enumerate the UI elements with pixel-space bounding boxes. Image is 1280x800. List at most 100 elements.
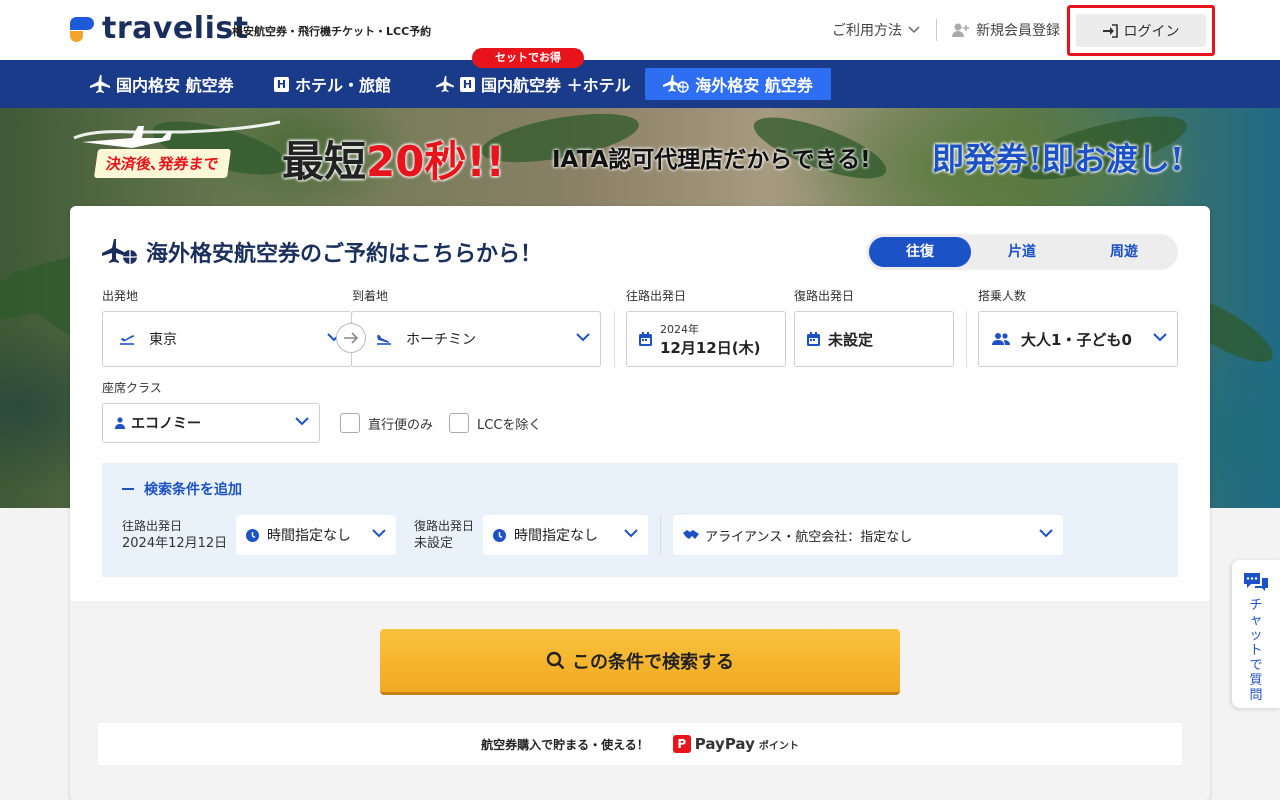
trip-multicity[interactable]: 周遊 <box>1073 237 1175 267</box>
return-date-label: 復路出発日 <box>794 289 855 303</box>
handshake-icon <box>683 530 699 539</box>
nav-international-flights[interactable]: 海外格安 航空券 <box>645 68 831 100</box>
adv-outbound-info: 往路出発日 2024年12月12日 <box>122 517 227 553</box>
field-divider <box>614 311 615 367</box>
site-tagline: 格安航空券・飛行機チケット・LCC予約 <box>232 25 432 38</box>
nav-domestic-flights[interactable]: 国内格安 航空券 <box>80 68 244 100</box>
adv-outbound-label: 往路出発日 <box>122 519 183 533</box>
register-link[interactable]: 新規会員登録 <box>952 20 1060 40</box>
nav-label: ホテル・旅館 <box>295 76 392 95</box>
paypay-logo: P PayPay ポイント <box>672 735 799 753</box>
login-button[interactable]: ログイン <box>1076 14 1206 47</box>
hero-headline: 最短20秒!! <box>282 128 505 189</box>
return-date-value: 未設定 <box>828 330 874 349</box>
hotel-icon: H <box>460 76 475 92</box>
search-button-label: この条件で検索する <box>572 651 734 673</box>
hero-tag: 決済後､発券まで <box>93 149 231 178</box>
trip-oneway[interactable]: 片道 <box>971 237 1073 267</box>
nav-domestic-flight-hotel[interactable]: H 国内航空券 ＋ホテル <box>426 68 641 100</box>
nav-label: 国内格安 航空券 <box>116 76 234 95</box>
clock-icon <box>493 528 506 542</box>
seat-class-select[interactable]: エコノミー <box>102 403 320 443</box>
paypay-icon: P <box>672 735 691 753</box>
help-link[interactable]: ご利用方法 <box>832 20 920 40</box>
chevron-down-icon <box>908 26 920 34</box>
airplane-globe-icon <box>663 75 689 93</box>
outbound-time-select[interactable]: 時間指定なし <box>236 515 396 555</box>
chat-label: チャットで質問 <box>1249 598 1263 703</box>
search-button[interactable]: この条件で検索する <box>380 629 900 695</box>
nav-hotels[interactable]: H ホテル・旅館 <box>264 68 401 100</box>
swap-locations-button[interactable] <box>336 323 366 353</box>
origin-select[interactable]: 東京 <box>102 311 352 367</box>
search-icon <box>546 651 565 669</box>
trip-roundtrip[interactable]: 往復 <box>869 237 971 267</box>
set-discount-badge: セットでお得 <box>472 48 584 68</box>
outbound-date-label: 往路出発日 <box>626 289 687 303</box>
site-header: travelist 格安航空券・飛行機チケット・LCC予約 ご利用方法 新規会員… <box>0 0 1280 60</box>
calendar-icon <box>639 332 652 346</box>
users-icon <box>992 333 1010 345</box>
nav-label: 国内航空券 ＋ホテル <box>481 76 631 95</box>
airplane-icon <box>436 76 454 92</box>
paypay-banner[interactable]: 航空券購入で貯まる・使える！ P PayPay ポイント <box>98 723 1182 765</box>
return-date-picker[interactable]: 未設定 <box>794 311 954 367</box>
seat-class-value: エコノミー <box>131 416 201 432</box>
chevron-down-icon <box>1153 333 1167 342</box>
destination-label: 到着地 <box>352 289 389 303</box>
hero-subtext: IATA認可代理店だからできる! <box>552 147 871 173</box>
return-time-select[interactable]: 時間指定なし <box>483 515 648 555</box>
paypay-text: 航空券購入で貯まる・使える！ <box>481 737 649 752</box>
outbound-date-value: 2024年 12月12日(木) <box>660 321 760 358</box>
airplane-icon <box>90 75 110 93</box>
advanced-toggle-label: 検索条件を追加 <box>144 482 242 498</box>
airline-value: アライアンス・航空会社：指定なし <box>705 529 913 545</box>
header-divider <box>936 19 937 41</box>
travelist-logo[interactable]: travelist <box>70 14 249 44</box>
chevron-down-icon <box>372 529 386 538</box>
register-label: 新規会員登録 <box>976 23 1060 39</box>
chat-support-tab[interactable]: チャットで質問 <box>1232 560 1280 708</box>
chevron-down-icon <box>576 333 590 342</box>
search-card-title: 海外格安航空券のご予約はこちらから！ <box>102 236 542 268</box>
direct-only-checkbox[interactable] <box>340 413 360 433</box>
airline-select[interactable]: アライアンス・航空会社：指定なし <box>673 515 1063 555</box>
seat-class-label: 座席クラス <box>102 381 162 395</box>
flight-search-card: 海外格安航空券のご予約はこちらから！ 往復 片道 周遊 出発地 到着地 東京 ホ… <box>70 206 1210 800</box>
destination-select[interactable]: ホーチミン <box>351 311 601 367</box>
passengers-select[interactable]: 大人1・子ども0 <box>978 311 1178 367</box>
departure-plane-icon <box>120 335 135 345</box>
adv-return-label: 復路出発日 <box>414 519 475 533</box>
chevron-down-icon <box>624 529 638 538</box>
search-title-text: 海外格安航空券のご予約はこちらから！ <box>146 242 543 267</box>
add-user-icon <box>952 23 969 37</box>
calendar-icon <box>807 332 820 346</box>
outbound-time-value: 時間指定なし <box>267 528 351 544</box>
origin-label: 出発地 <box>102 289 139 303</box>
main-nav: 国内格安 航空券 H ホテル・旅館 H 国内航空券 ＋ホテル 海外格安 航空券 <box>0 60 1280 108</box>
origin-value: 東京 <box>149 332 177 348</box>
exclude-lcc-checkbox[interactable] <box>449 413 469 433</box>
outbound-date-picker[interactable]: 2024年 12月12日(木) <box>626 311 786 367</box>
advanced-search-toggle[interactable]: 検索条件を追加 <box>122 479 242 499</box>
exclude-lcc-label: LCCを除く <box>477 418 542 433</box>
paypay-logo-suffix: ポイント <box>758 740 799 752</box>
airplane-globe-icon <box>102 239 137 264</box>
adv-return-info: 復路出発日 未設定 <box>414 517 474 553</box>
chevron-down-icon <box>295 417 309 426</box>
chat-bubble-icon <box>1244 573 1268 591</box>
return-time-value: 時間指定なし <box>514 528 598 544</box>
chevron-down-icon <box>1039 529 1053 538</box>
login-label: ログイン <box>1123 23 1180 40</box>
nav-label: 海外格安 航空券 <box>695 76 813 95</box>
adv-outbound-date: 2024年12月12日 <box>122 536 228 551</box>
hero-highlight: 即発券!即お渡し! <box>932 140 1185 178</box>
logo-mark-icon <box>70 15 96 43</box>
field-divider <box>966 311 967 367</box>
adv-return-date: 未設定 <box>414 536 454 551</box>
hotel-icon: H <box>274 76 289 92</box>
arrow-right-icon <box>344 332 359 344</box>
login-icon <box>1102 23 1118 38</box>
person-icon <box>115 417 125 429</box>
direct-only-label: 直行便のみ <box>368 418 434 433</box>
